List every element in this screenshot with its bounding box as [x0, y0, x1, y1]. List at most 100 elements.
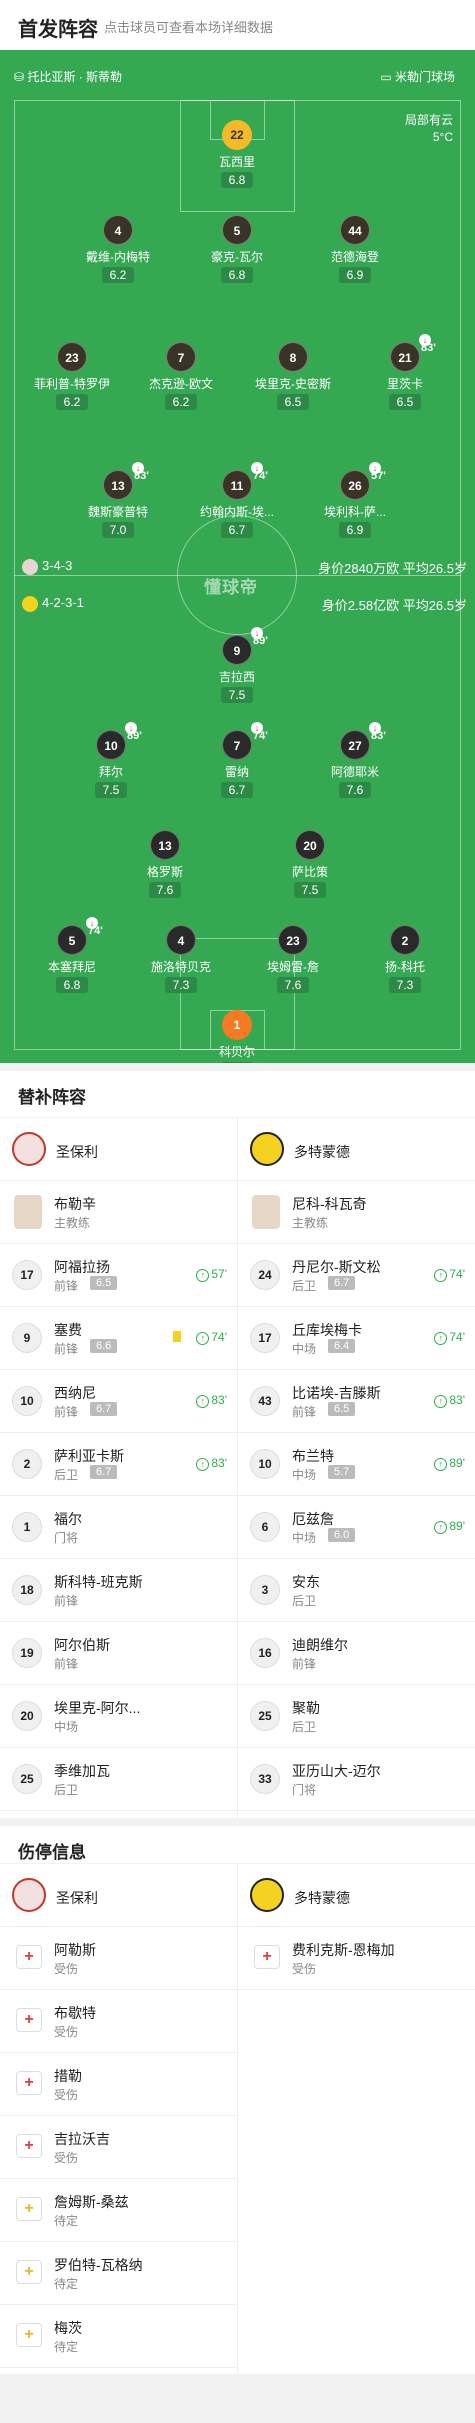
subs-home-team[interactable]: 圣保利 [0, 1118, 237, 1181]
injury-status: 待定 [54, 2340, 79, 2354]
away-player[interactable]: 4 施洛特贝克 7.3 [126, 925, 236, 994]
away-player[interactable]: 7 ↓ 74' 雷纳 6.7 [182, 722, 292, 799]
sub-player-row[interactable]: 1 福尔 门将 [0, 1496, 237, 1559]
sub-player-row[interactable]: 2 萨利亚卡斯 后卫 6.7 ↑ 83' [0, 1433, 237, 1496]
player-name: 科贝尔 [218, 1045, 255, 1059]
away-value: 身价2.58亿欧 平均26.5岁 [321, 598, 467, 613]
home-player[interactable]: 13 ↓ 83' 魏斯豪普特 7.0 [63, 462, 173, 539]
away-player[interactable]: 5 ↓ 74' 本塞拜尼 6.8 [17, 917, 127, 994]
player-position: 门将 [292, 1783, 317, 1797]
lineup-header: 首发阵容 点击球员可查看本场详细数据 [0, 0, 475, 50]
player-name: 聚勒 [292, 1700, 320, 1716]
stpauli-logo-icon [12, 1132, 46, 1166]
player-rating: 6.5 [388, 394, 422, 410]
player-name: 吉拉沃吉 [54, 2131, 110, 2147]
away-coach[interactable]: 尼科-科瓦奇 主教练 [238, 1181, 475, 1244]
inj-home-team[interactable]: 圣保利 [0, 1864, 237, 1927]
sub-player-row[interactable]: 25 季维加瓦 后卫 [0, 1748, 237, 1811]
home-coach[interactable]: 布勒辛 主教练 [0, 1181, 237, 1244]
sub-player-row[interactable]: 16 迪朗维尔 前锋 [238, 1622, 475, 1685]
inj-away-team[interactable]: 多特蒙德 [238, 1864, 475, 1927]
player-name: 季维加瓦 [54, 1763, 110, 1779]
player-rating: 7.6 [338, 782, 372, 798]
player-number: 4 [103, 215, 133, 245]
injury-row[interactable]: + 罗伯特-瓦格纳 待定 [0, 2242, 237, 2305]
sub-player-row[interactable]: 17 阿福拉扬 前锋 6.5 ↑ 57' [0, 1244, 237, 1307]
sub-player-row[interactable]: 43 比诺埃-吉滕斯 前锋 6.5 ↑ 83' [238, 1370, 475, 1433]
injury-cross-icon: + [16, 1945, 42, 1969]
home-player[interactable]: 11 ↓ 74' 约翰内斯-埃... 6.7 [182, 462, 292, 539]
injury-row[interactable]: + 布歇特 受伤 [0, 1990, 237, 2053]
sub-minute: 57' [371, 470, 386, 482]
player-name: 魏斯豪普特 [87, 505, 148, 519]
injury-row[interactable]: + 吉拉沃吉 受伤 [0, 2116, 237, 2179]
injury-row[interactable]: + 詹姆斯-桑兹 待定 [0, 2179, 237, 2242]
player-rating: 6.7 [90, 1402, 118, 1416]
away-player[interactable]: 10 ↓ 89' 拜尔 7.5 [56, 722, 166, 799]
sub-player-row[interactable]: 18 斯科特-班克斯 前锋 [0, 1559, 237, 1622]
sub-player-row[interactable]: 9 塞费 前锋 6.6 ↑ 74' [0, 1307, 237, 1370]
player-number: 20 [295, 830, 325, 860]
player-rating: 6.5 [276, 394, 310, 410]
subs-away-team[interactable]: 多特蒙德 [238, 1118, 475, 1181]
subs-away-col: 多特蒙德 尼科-科瓦奇 主教练 24 丹尼尔-斯文松 后卫 6.7 ↑ 74' 17 丘库埃梅… [238, 1118, 475, 1811]
away-player[interactable]: 20 萨比策 7.5 [255, 830, 365, 899]
player-position: 中场 [292, 1468, 317, 1482]
sub-player-row[interactable]: 25 聚勒 后卫 [238, 1685, 475, 1748]
injury-row[interactable]: + 阿勒斯 受伤 [0, 1927, 237, 1990]
sub-on-minute: ↑ 74' [196, 1330, 227, 1345]
player-position: 后卫 [54, 1783, 79, 1797]
sub-player-row[interactable]: 10 布兰特 中场 5.7 ↑ 89' [238, 1433, 475, 1496]
away-player[interactable]: 13 格罗斯 7.6 [110, 830, 220, 899]
player-number: 17 [12, 1260, 42, 1290]
away-player[interactable]: 9 ↓ 89' 吉拉西 7.5 [182, 627, 292, 704]
player-number: 10 [250, 1449, 280, 1479]
player-number: 18 [12, 1575, 42, 1605]
player-number: 44 [340, 215, 370, 245]
injury-row[interactable]: + 费利克斯-恩梅加 受伤 [238, 1927, 475, 1990]
sub-player-row[interactable]: 3 安东 后卫 [238, 1559, 475, 1622]
sub-player-row[interactable]: 33 亚历山大-迈尔 门将 [238, 1748, 475, 1811]
player-name: 埃利科-萨... [324, 505, 386, 519]
home-player[interactable]: 5 豪克-瓦尔 6.8 [182, 215, 292, 284]
home-player[interactable]: 8 埃里克-史密斯 6.5 [238, 342, 348, 411]
player-number: 23 [57, 342, 87, 372]
player-name: 安东 [292, 1574, 320, 1590]
player-number: 2 [390, 925, 420, 955]
injury-row[interactable]: + 梅茨 待定 [0, 2305, 237, 2368]
sub-on-minute: ↑ 74' [434, 1267, 465, 1282]
player-number: 27 ↓ 83' [340, 722, 386, 760]
sub-player-row[interactable]: 6 厄兹詹 中场 6.0 ↑ 89' [238, 1496, 475, 1559]
home-player[interactable]: 22 瓦西里 6.8 [182, 120, 292, 189]
injury-cross-icon: + [16, 2134, 42, 2158]
player-number: 7 [166, 342, 196, 372]
player-name: 阿尔伯斯 [54, 1637, 110, 1653]
away-player[interactable]: 2 扬-科托 7.3 [350, 925, 460, 994]
player-rating: 6.7 [220, 782, 254, 798]
sub-on-minute: ↑ 83' [196, 1393, 227, 1408]
away-player[interactable]: 27 ↓ 83' 阿德耶米 7.6 [300, 722, 410, 799]
player-position: 后卫 [292, 1720, 317, 1734]
sub-player-row[interactable]: 17 丘库埃梅卡 中场 6.4 ↑ 74' [238, 1307, 475, 1370]
player-rating: 6.9 [338, 522, 372, 538]
player-number: 9 [12, 1323, 42, 1353]
player-rating: 6.5 [328, 1402, 356, 1416]
player-name: 丹尼尔-斯文松 [292, 1259, 381, 1275]
home-player[interactable]: 21 ↓ 83' 里茨卡 6.5 [350, 334, 460, 411]
home-player[interactable]: 26 ↓ 57' 埃利科-萨... 6.9 [300, 462, 410, 539]
home-player[interactable]: 4 戴维-内梅特 6.2 [63, 215, 173, 284]
subs-title: 替补阵容 [0, 1071, 475, 1117]
home-player[interactable]: 23 菲利普-特罗伊 6.2 [17, 342, 127, 411]
player-rating: 7.3 [164, 977, 198, 993]
sub-player-row[interactable]: 19 阿尔伯斯 前锋 [0, 1622, 237, 1685]
away-player[interactable]: 1科贝尔7.0 [182, 1010, 292, 1063]
away-player[interactable]: 23 埃姆雷-詹 7.6 [238, 925, 348, 994]
injury-row[interactable]: + 措勒 受伤 [0, 2053, 237, 2116]
sub-player-row[interactable]: 10 西纳尼 前锋 6.7 ↑ 83' [0, 1370, 237, 1433]
player-position: 中场 [292, 1342, 317, 1356]
injury-status: 受伤 [292, 1962, 317, 1976]
sub-player-row[interactable]: 24 丹尼尔-斯文松 后卫 6.7 ↑ 74' [238, 1244, 475, 1307]
sub-player-row[interactable]: 20 埃里克-阿尔... 中场 [0, 1685, 237, 1748]
home-player[interactable]: 7 杰克逊-欧文 6.2 [126, 342, 236, 411]
home-player[interactable]: 44 范德海登 6.9 [300, 215, 410, 284]
